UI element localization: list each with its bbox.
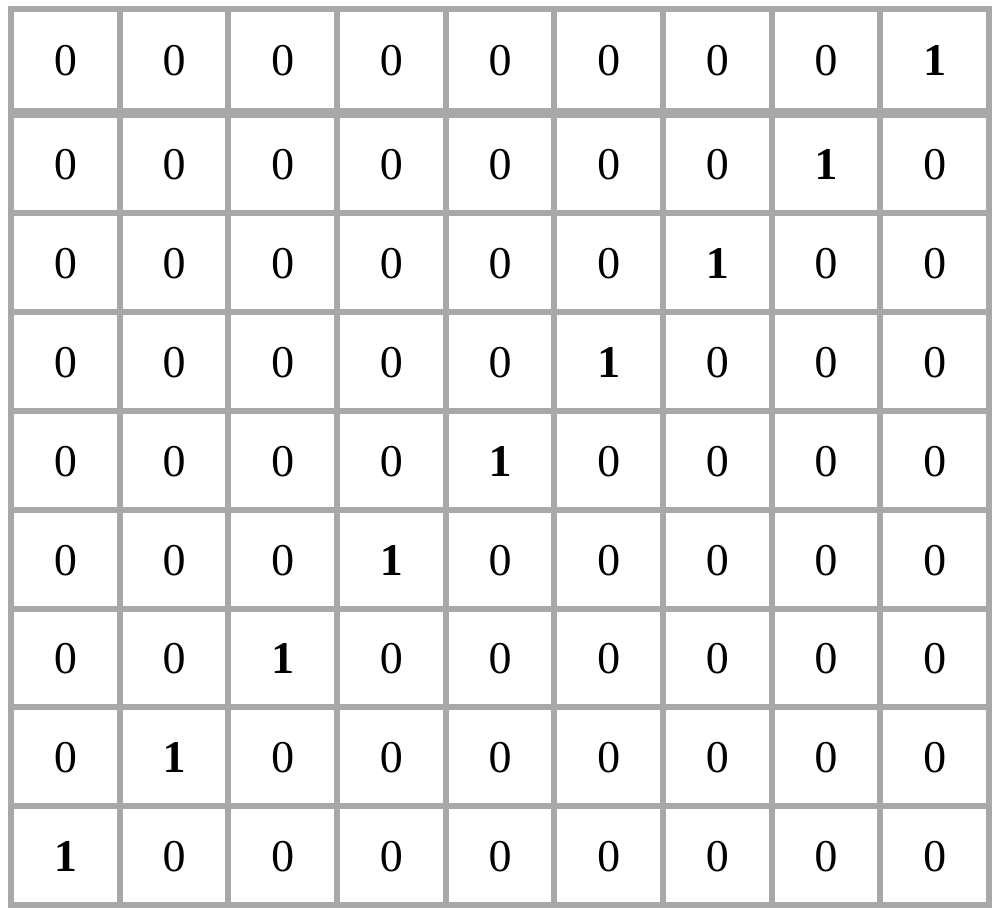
matrix-cell: 0 [883,612,986,705]
matrix-cell: 0 [883,315,986,408]
matrix-cell: 1 [231,612,334,705]
matrix-cell: 0 [231,513,334,606]
matrix-cell: 0 [666,12,769,112]
matrix-cell: 0 [231,414,334,507]
matrix-cell: 0 [775,612,878,705]
matrix-cell: 0 [449,513,552,606]
matrix-cell: 0 [340,216,443,309]
matrix-cell: 0 [449,12,552,112]
matrix-cell: 0 [14,315,117,408]
matrix-cell: 0 [449,216,552,309]
matrix-cell: 0 [666,414,769,507]
matrix-cell: 0 [123,118,226,211]
matrix-cell: 0 [449,315,552,408]
matrix-cell: 0 [883,809,986,902]
table-row: 0 0 0 0 0 1 0 0 0 [14,315,986,408]
matrix-cell: 0 [340,710,443,803]
matrix-cell: 0 [666,315,769,408]
matrix-cell: 0 [557,12,660,112]
matrix-cell: 0 [775,414,878,507]
table-row: 0 0 0 0 0 0 1 0 0 [14,216,986,309]
matrix-cell: 0 [775,809,878,902]
table-row: 1 0 0 0 0 0 0 0 0 [14,809,986,902]
matrix-cell: 0 [340,414,443,507]
matrix-cell: 0 [775,513,878,606]
matrix-cell: 1 [340,513,443,606]
matrix-cell: 0 [557,118,660,211]
matrix-cell: 0 [775,315,878,408]
matrix-cell: 0 [449,710,552,803]
matrix-cell: 0 [14,12,117,112]
matrix-cell: 0 [123,414,226,507]
matrix-cell: 0 [666,612,769,705]
matrix-cell: 1 [666,216,769,309]
matrix-cell: 0 [557,612,660,705]
table-row: 0 0 0 0 0 0 0 0 1 [14,12,986,112]
matrix-cell: 0 [14,414,117,507]
matrix-cell: 0 [340,612,443,705]
matrix-cell: 0 [231,710,334,803]
matrix-cell: 0 [666,710,769,803]
matrix-cell: 1 [449,414,552,507]
matrix-cell: 0 [775,12,878,112]
matrix-body: 0 0 0 0 0 0 0 0 1 0 0 0 0 0 0 0 1 0 [14,12,986,902]
matrix-cell: 1 [14,809,117,902]
table-row: 0 1 0 0 0 0 0 0 0 [14,710,986,803]
matrix-cell: 0 [14,710,117,803]
matrix-cell: 0 [340,315,443,408]
table-row: 0 0 0 0 1 0 0 0 0 [14,414,986,507]
matrix-cell: 0 [883,710,986,803]
matrix-cell: 0 [557,710,660,803]
matrix-cell: 0 [123,612,226,705]
matrix-cell: 0 [557,513,660,606]
matrix-cell: 0 [123,12,226,112]
matrix-cell: 0 [14,118,117,211]
matrix-cell: 0 [557,216,660,309]
matrix-table: 0 0 0 0 0 0 0 0 1 0 0 0 0 0 0 0 1 0 [8,6,992,908]
matrix-cell: 0 [666,809,769,902]
matrix-container: 0 0 0 0 0 0 0 0 1 0 0 0 0 0 0 0 1 0 [0,0,1000,922]
matrix-cell: 0 [666,118,769,211]
matrix-cell: 0 [557,414,660,507]
matrix-cell: 0 [123,809,226,902]
matrix-cell: 0 [231,315,334,408]
matrix-cell: 0 [883,414,986,507]
matrix-cell: 0 [775,216,878,309]
matrix-cell: 0 [231,809,334,902]
matrix-cell: 0 [123,216,226,309]
matrix-cell: 0 [883,513,986,606]
matrix-cell: 0 [449,809,552,902]
matrix-cell: 0 [14,513,117,606]
table-row: 0 0 0 0 0 0 0 1 0 [14,118,986,211]
matrix-cell: 0 [340,809,443,902]
matrix-cell: 1 [123,710,226,803]
matrix-cell: 0 [883,216,986,309]
matrix-cell: 0 [340,12,443,112]
matrix-cell: 0 [557,809,660,902]
matrix-cell: 0 [775,710,878,803]
matrix-cell: 1 [775,118,878,211]
matrix-cell: 1 [557,315,660,408]
matrix-cell: 0 [123,513,226,606]
matrix-cell: 0 [340,118,443,211]
matrix-cell: 0 [449,118,552,211]
matrix-cell: 1 [883,12,986,112]
matrix-cell: 0 [231,216,334,309]
matrix-cell: 0 [231,118,334,211]
table-row: 0 0 0 1 0 0 0 0 0 [14,513,986,606]
matrix-cell: 0 [231,12,334,112]
matrix-cell: 0 [14,612,117,705]
matrix-cell: 0 [883,118,986,211]
table-row: 0 0 1 0 0 0 0 0 0 [14,612,986,705]
matrix-cell: 0 [449,612,552,705]
matrix-cell: 0 [666,513,769,606]
matrix-cell: 0 [14,216,117,309]
matrix-cell: 0 [123,315,226,408]
